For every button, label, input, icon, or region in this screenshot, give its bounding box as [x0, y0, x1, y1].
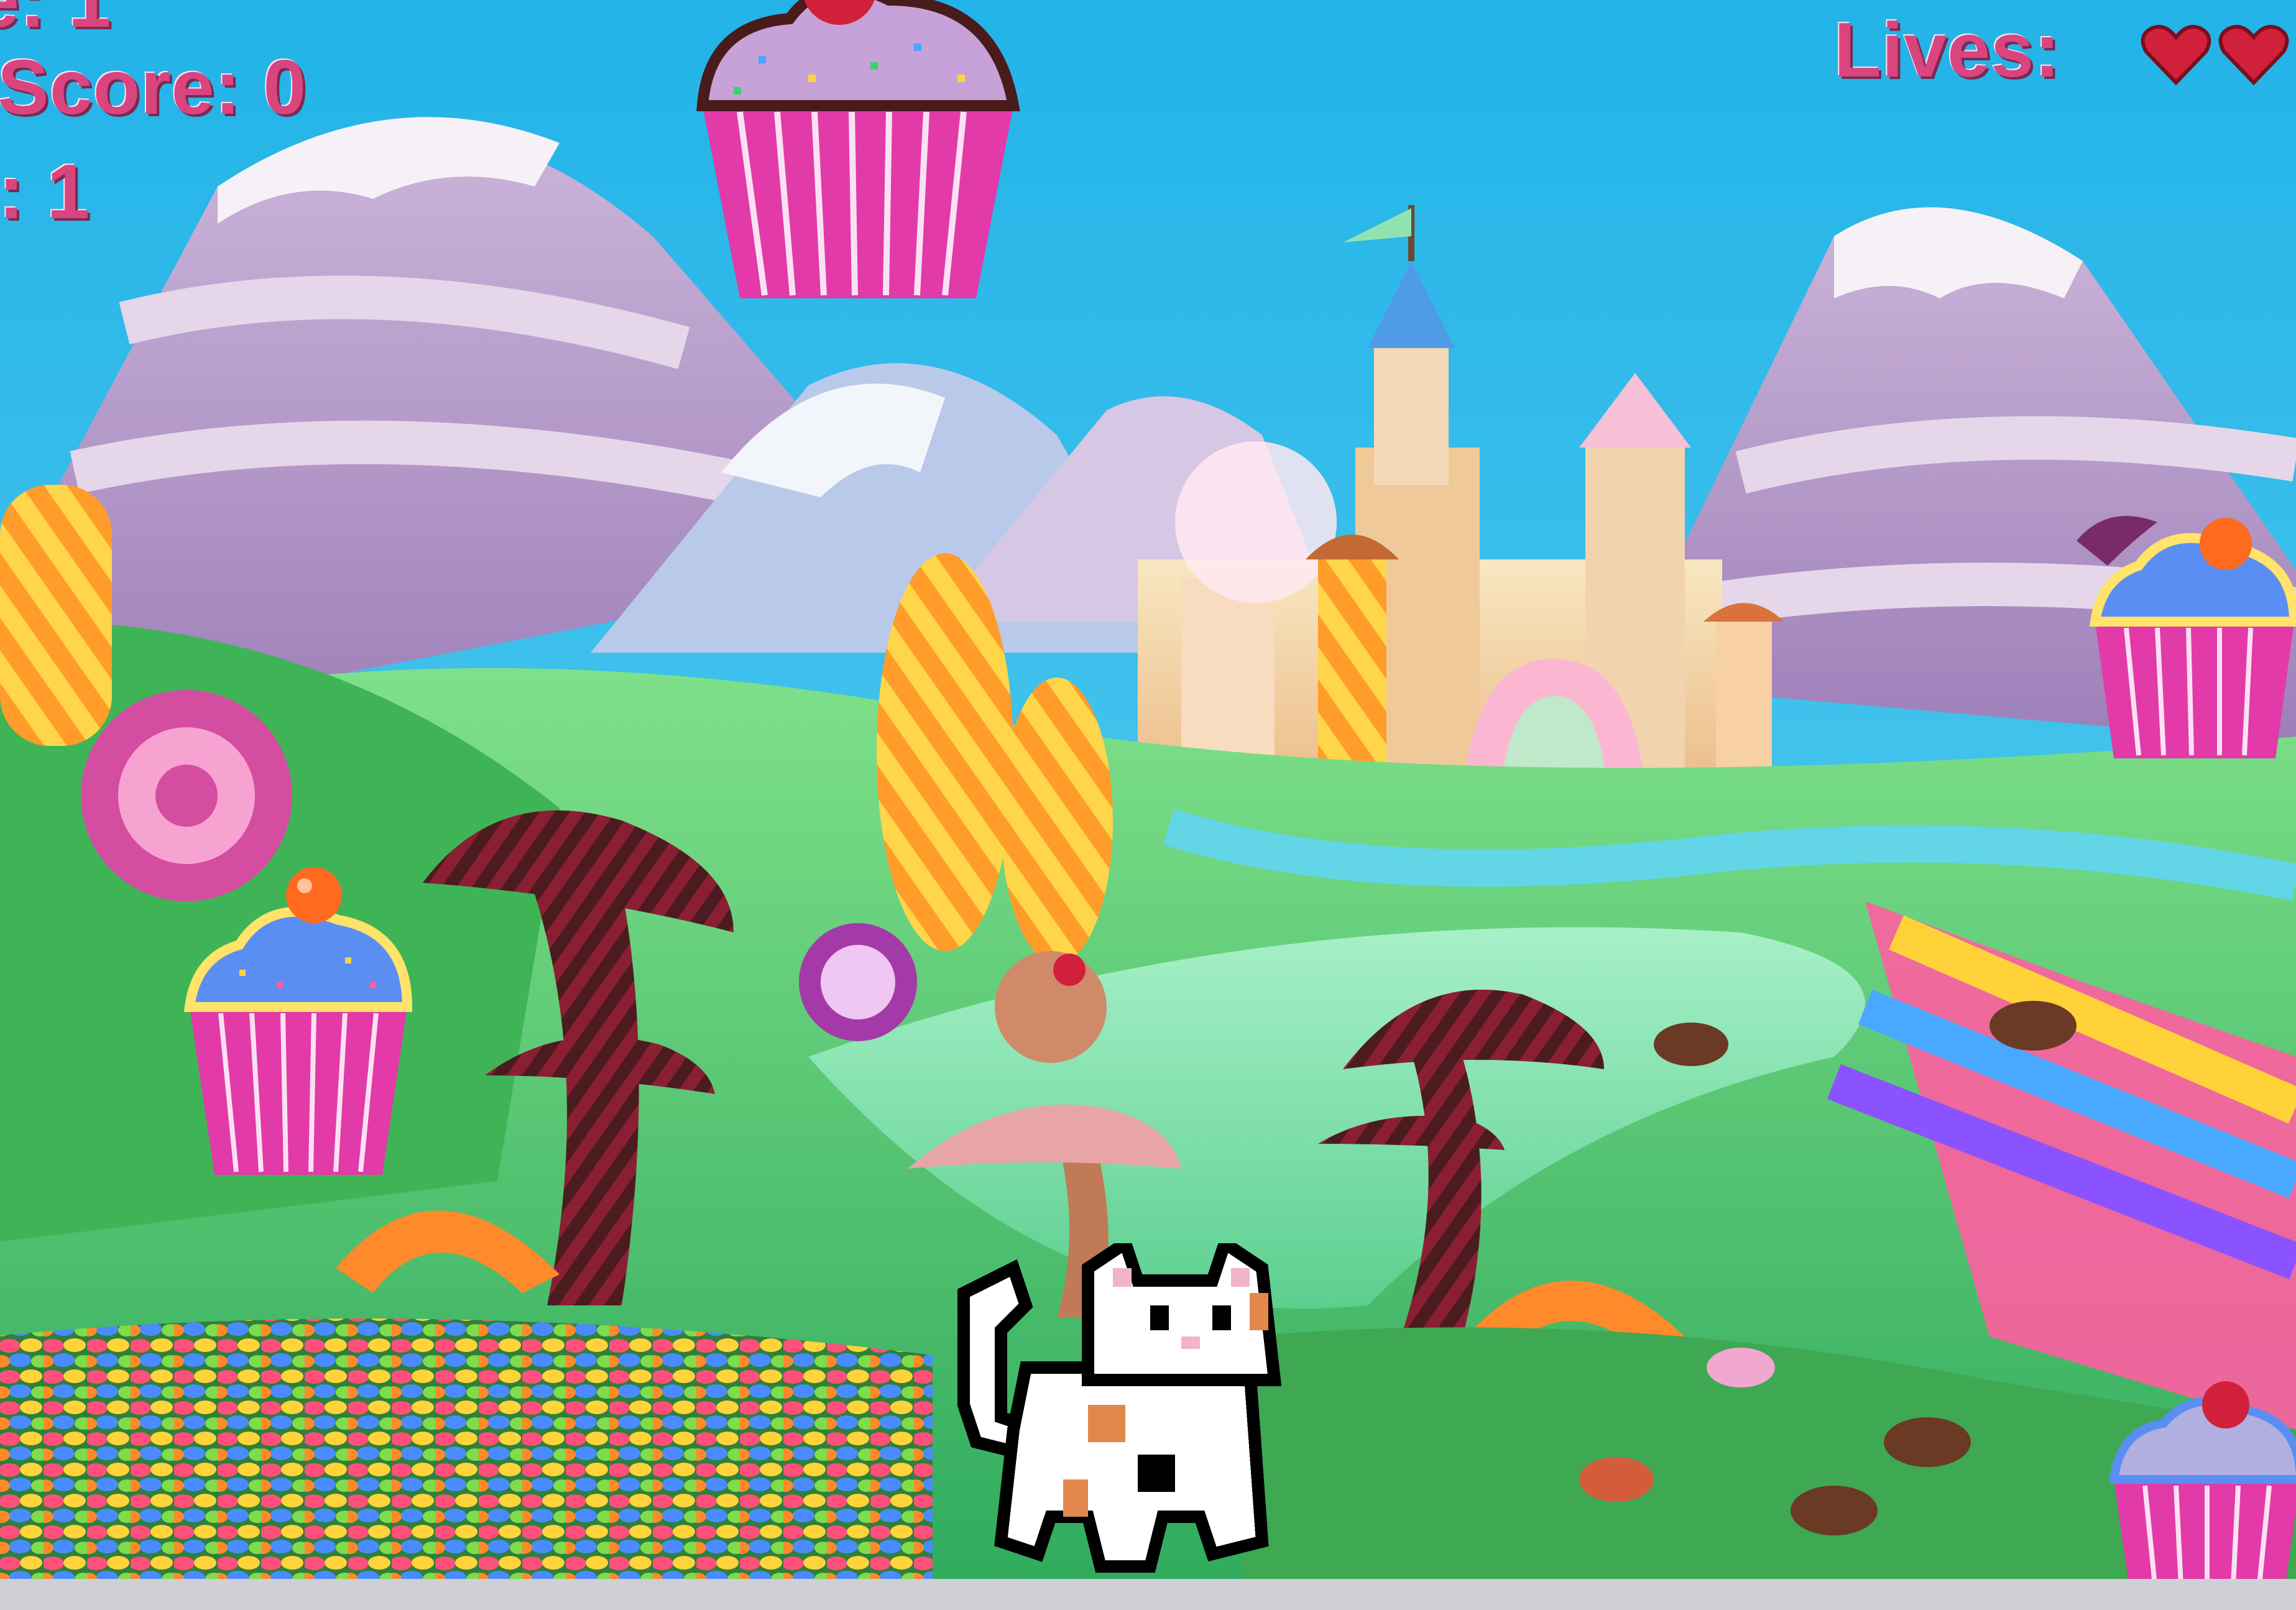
hud-partial-label: e: 1: [0, 0, 112, 44]
cupcake-icon: [696, 0, 1020, 298]
cupcake-icon: [2109, 1381, 2296, 1610]
taskbar-edge: [0, 1579, 2296, 1610]
heart-icon: [2141, 25, 2211, 86]
level-label: l: 1: [0, 149, 91, 235]
game-canvas[interactable]: e: 1 Score: 0 l: 1 Lives:: [0, 0, 2296, 1610]
lives-hearts: [2141, 25, 2289, 86]
kitten-icon[interactable]: [951, 1243, 1299, 1579]
cupcake-icon: [183, 867, 413, 1175]
score-label: Score: 0: [0, 45, 307, 131]
heart-icon: [2218, 25, 2289, 86]
cupcake-icon: [2077, 516, 2296, 758]
lives-label: Lives:: [1834, 7, 2061, 93]
